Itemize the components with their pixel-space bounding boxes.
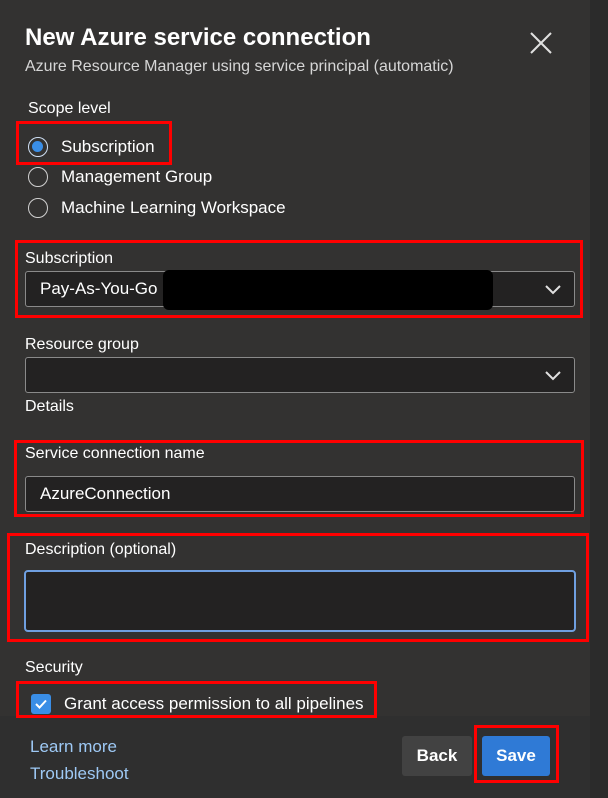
resource-group-dropdown[interactable] [25, 357, 575, 393]
radio-management-group-label: Management Group [61, 167, 213, 186]
dialog-title: New Azure service connection [25, 24, 371, 51]
close-icon [530, 32, 552, 54]
description-textarea[interactable] [24, 570, 576, 632]
learn-more-link[interactable]: Learn more [30, 737, 117, 757]
chevron-down-icon [545, 285, 561, 295]
scope-level-label: Scope level [28, 100, 111, 117]
scrollbar[interactable] [590, 0, 608, 798]
radio-subscription-label: Subscription [61, 137, 155, 156]
service-connection-name-input[interactable]: AzureConnection [25, 476, 575, 512]
chevron-down-icon [545, 371, 561, 381]
resource-group-label: Resource group [25, 336, 139, 353]
description-label: Description (optional) [25, 541, 177, 558]
subscription-label: Subscription [25, 250, 114, 267]
service-connection-name-value: AzureConnection [40, 484, 171, 503]
checkmark-icon [35, 699, 47, 709]
save-button[interactable]: Save [482, 736, 550, 776]
service-connection-name-label: Service connection name [25, 445, 205, 462]
redaction-block [163, 270, 493, 310]
dialog-subtitle: Azure Resource Manager using service pri… [25, 58, 454, 75]
radio-subscription[interactable]: Subscription [28, 135, 155, 159]
grant-access-checkbox[interactable] [31, 694, 51, 714]
back-button[interactable]: Back [402, 736, 472, 776]
service-connection-dialog: New Azure service connection Azure Resou… [0, 0, 590, 798]
troubleshoot-link[interactable]: Troubleshoot [30, 764, 129, 784]
subscription-value: Pay-As-You-Go ( [40, 279, 168, 298]
radio-button-checked[interactable] [28, 137, 48, 157]
radio-ml-workspace[interactable]: Machine Learning Workspace [28, 196, 286, 220]
radio-management-group[interactable]: Management Group [28, 165, 212, 189]
radio-button[interactable] [28, 198, 48, 218]
radio-button[interactable] [28, 167, 48, 187]
radio-ml-workspace-label: Machine Learning Workspace [61, 198, 286, 217]
details-heading: Details [25, 398, 74, 415]
close-button[interactable] [526, 28, 556, 58]
security-heading: Security [25, 659, 83, 676]
grant-access-label[interactable]: Grant access permission to all pipelines [64, 694, 364, 714]
